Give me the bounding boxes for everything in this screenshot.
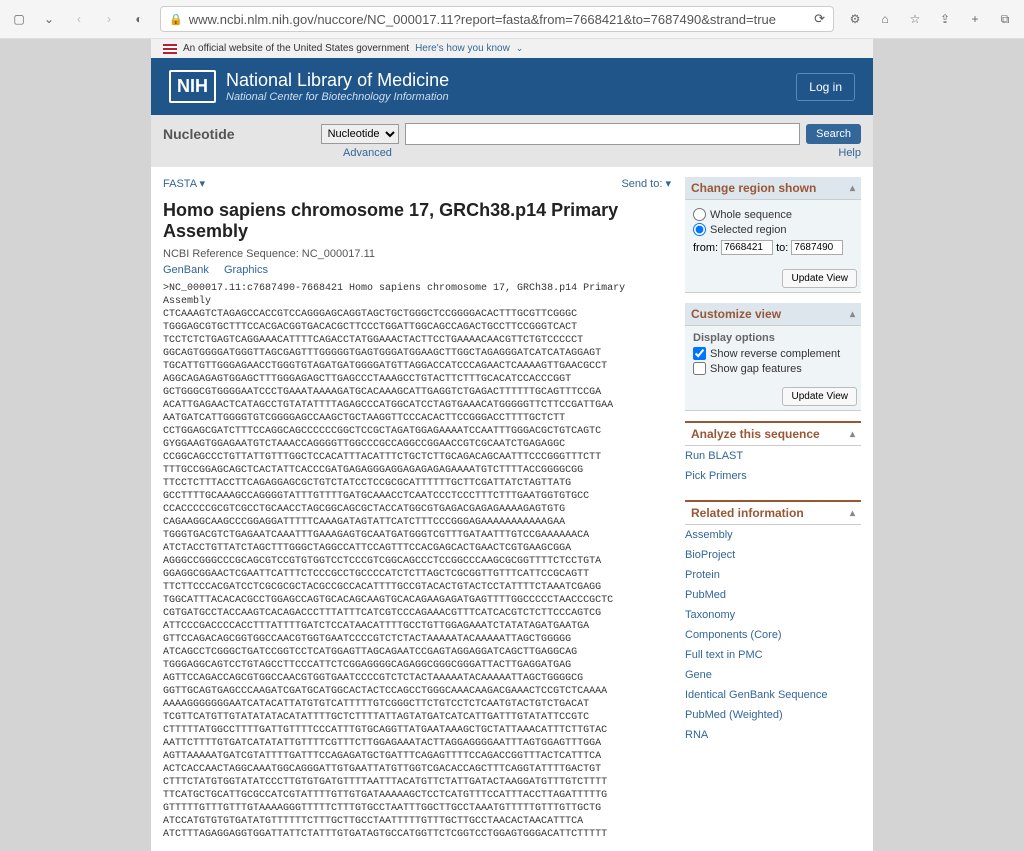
- reference-sequence: NCBI Reference Sequence: NC_000017.11: [163, 248, 671, 260]
- related-link[interactable]: BioProject: [685, 545, 861, 565]
- gap-features-checkbox[interactable]: Show gap features: [693, 362, 853, 375]
- run-blast-link[interactable]: Run BLAST: [685, 446, 861, 466]
- related-link[interactable]: Components (Core): [685, 625, 861, 645]
- search-input[interactable]: [405, 123, 801, 145]
- database-select[interactable]: Nucleotide: [321, 124, 399, 144]
- nlm-subtitle: National Center for Biotechnology Inform…: [226, 91, 449, 103]
- related-link[interactable]: Identical GenBank Sequence: [685, 685, 861, 705]
- home-icon[interactable]: ⌂: [876, 10, 894, 28]
- reload-icon[interactable]: ⟳: [814, 11, 825, 27]
- related-link[interactable]: Full text in PMC: [685, 645, 861, 665]
- related-link[interactable]: PubMed (Weighted): [685, 705, 861, 725]
- gov-banner: An official website of the United States…: [151, 39, 873, 58]
- whole-sequence-radio[interactable]: Whole sequence: [693, 208, 853, 221]
- pick-primers-link[interactable]: Pick Primers: [685, 466, 861, 486]
- selected-region-radio[interactable]: Selected region: [693, 223, 853, 236]
- advanced-link[interactable]: Advanced: [343, 147, 392, 159]
- search-button[interactable]: Search: [806, 124, 861, 144]
- update-view-button[interactable]: Update View: [782, 269, 857, 288]
- from-label: from:: [693, 242, 718, 254]
- related-link[interactable]: Protein: [685, 565, 861, 585]
- customize-header: Customize view: [691, 307, 781, 321]
- related-link[interactable]: RNA: [685, 725, 861, 745]
- nih-logo[interactable]: NIH: [169, 70, 216, 103]
- collapse-icon[interactable]: ▴: [850, 309, 855, 320]
- to-input[interactable]: [791, 240, 843, 255]
- database-label: Nucleotide: [163, 126, 235, 142]
- related-header: Related information: [691, 506, 804, 520]
- url-bar[interactable]: 🔒 www.ncbi.nlm.nih.gov/nuccore/NC_000017…: [160, 6, 834, 32]
- genbank-link[interactable]: GenBank: [163, 264, 209, 276]
- region-header: Change region shown: [691, 181, 816, 195]
- forward-icon: ›: [100, 10, 118, 28]
- update-view-button[interactable]: Update View: [782, 387, 857, 406]
- fasta-format-link[interactable]: FASTA ▾: [163, 177, 205, 190]
- share-icon[interactable]: ⇪: [936, 10, 954, 28]
- to-label: to:: [776, 242, 788, 254]
- analyze-header: Analyze this sequence: [691, 427, 820, 441]
- star-icon[interactable]: ☆: [906, 10, 924, 28]
- gov-banner-text: An official website of the United States…: [183, 43, 409, 54]
- help-link[interactable]: Help: [838, 147, 861, 159]
- chevron-down-icon[interactable]: ⌄: [516, 43, 524, 54]
- lock-icon: 🔒: [169, 13, 183, 26]
- shield-icon[interactable]: ◐: [130, 10, 148, 28]
- send-to-link[interactable]: Send to: ▾: [621, 177, 671, 190]
- reverse-complement-checkbox[interactable]: Show reverse complement: [693, 347, 853, 360]
- related-link[interactable]: Assembly: [685, 525, 861, 545]
- collapse-icon[interactable]: ▴: [850, 508, 855, 519]
- us-flag-icon: [163, 44, 177, 54]
- tabs-icon[interactable]: ⧉: [996, 10, 1014, 28]
- fasta-sequence: >NC_000017.11:c7687490-7668421 Homo sapi…: [163, 282, 671, 841]
- graphics-link[interactable]: Graphics: [224, 264, 268, 276]
- record-title: Homo sapiens chromosome 17, GRCh38.p14 P…: [163, 200, 671, 242]
- related-link[interactable]: Gene: [685, 665, 861, 685]
- gov-banner-link[interactable]: Here's how you know: [415, 43, 510, 54]
- related-link[interactable]: Taxonomy: [685, 605, 861, 625]
- sidebar-toggle-icon[interactable]: ▢: [10, 10, 28, 28]
- related-link[interactable]: PubMed: [685, 585, 861, 605]
- collapse-icon[interactable]: ▴: [850, 429, 855, 440]
- new-tab-icon[interactable]: +: [966, 10, 984, 28]
- from-input[interactable]: [721, 240, 773, 255]
- back-icon[interactable]: ‹: [70, 10, 88, 28]
- login-button[interactable]: Log in: [796, 73, 855, 101]
- url-text: www.ncbi.nlm.nih.gov/nuccore/NC_000017.1…: [189, 12, 808, 27]
- gear-icon[interactable]: ⚙: [846, 10, 864, 28]
- nlm-title[interactable]: National Library of Medicine: [226, 70, 449, 91]
- dropdown-icon[interactable]: ⌄: [40, 10, 58, 28]
- collapse-icon[interactable]: ▴: [850, 183, 855, 194]
- display-options-label: Display options: [693, 332, 853, 344]
